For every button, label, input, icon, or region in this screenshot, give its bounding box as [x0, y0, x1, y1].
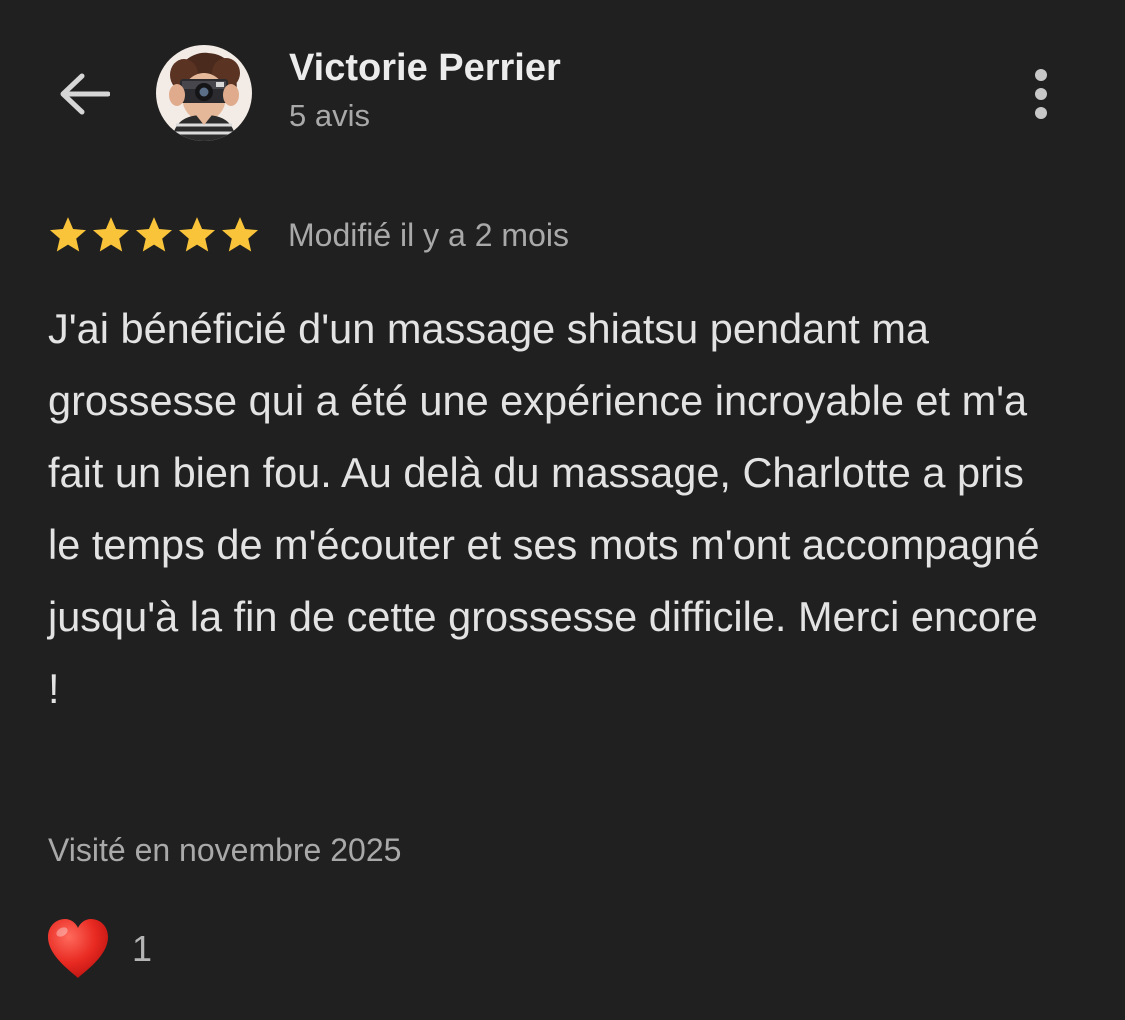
reaction-count: 1: [132, 928, 153, 969]
star-icon: [49, 217, 87, 252]
review-count: 5 avis: [289, 98, 370, 133]
star-rating: [47, 214, 261, 256]
star-icon: [135, 217, 173, 252]
review-text: J'ai bénéficié d'un massage shiatsu pend…: [48, 305, 1040, 712]
avatar[interactable]: [156, 45, 252, 141]
star-icon: [221, 217, 259, 252]
more-options-button[interactable]: [1016, 62, 1066, 126]
arrow-left-icon: [60, 73, 110, 115]
back-button[interactable]: [50, 62, 118, 126]
more-vertical-icon: [1035, 69, 1047, 81]
edited-date: Modifié il y a 2 mois: [288, 216, 569, 253]
visit-date: Visité en novembre 2025: [48, 832, 402, 868]
star-icon: [178, 217, 216, 252]
rating-row: Modifié il y a 2 mois: [47, 212, 569, 258]
heart-icon: [48, 919, 108, 978]
like-button[interactable]: 1: [44, 916, 152, 982]
star-icon: [92, 217, 130, 252]
user-name[interactable]: Victorie Perrier: [289, 47, 561, 90]
